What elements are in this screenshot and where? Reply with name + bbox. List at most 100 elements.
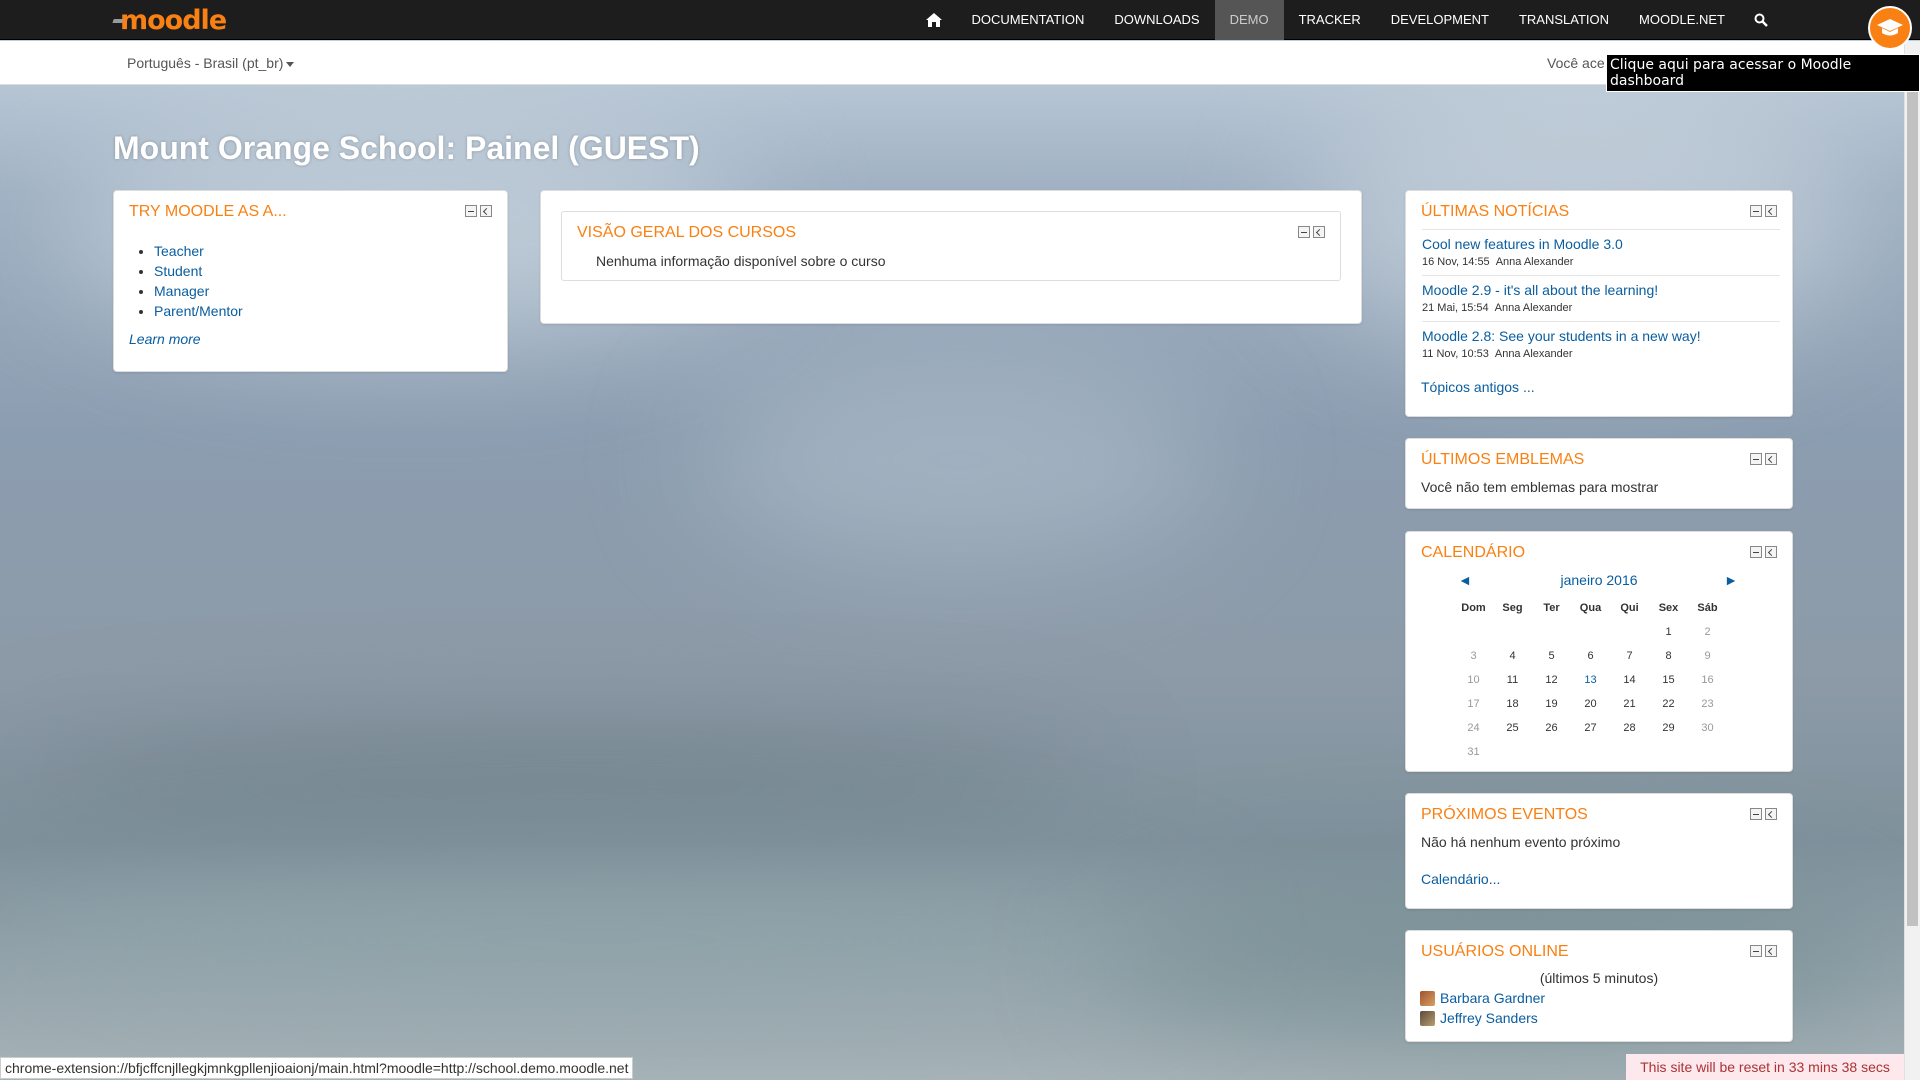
role-manager-link[interactable]: Manager <box>154 283 209 299</box>
online-user[interactable]: Jeffrey Sanders <box>1420 1010 1538 1026</box>
scrollbar-thumb[interactable] <box>1907 88 1918 926</box>
dock-icon[interactable] <box>1765 453 1777 465</box>
graduation-cap-icon <box>1877 19 1903 36</box>
calendar-day[interactable]: 24 <box>1454 722 1493 734</box>
calendar-day[interactable]: 20 <box>1571 698 1610 710</box>
minimize-icon[interactable] <box>1750 808 1762 820</box>
block-title: TRY MOODLE AS A... <box>129 203 287 220</box>
next-month-icon[interactable]: ► <box>1724 572 1738 588</box>
nav-moodle-net[interactable]: MOODLE.NET <box>1624 0 1740 40</box>
calendar-day[interactable]: 18 <box>1493 698 1532 710</box>
nav-tracker[interactable]: TRACKER <box>1284 0 1376 40</box>
calendar-day[interactable]: 7 <box>1610 650 1649 662</box>
minimize-icon[interactable] <box>1298 226 1310 238</box>
minimize-icon[interactable] <box>1750 205 1762 217</box>
user-link[interactable]: Barbara Gardner <box>1440 990 1545 1006</box>
block-controls <box>1750 205 1777 217</box>
dock-icon[interactable] <box>1765 546 1777 558</box>
search-icon[interactable] <box>1740 0 1782 40</box>
calendar-day[interactable]: 1 <box>1649 626 1688 638</box>
block-calendar: CALENDÁRIO ◄ janeiro 2016 ► Dom Seg Ter Qua… <box>1405 531 1793 772</box>
calendar-day[interactable]: 6 <box>1571 650 1610 662</box>
nav-translation[interactable]: TRANSLATION <box>1504 0 1624 40</box>
dock-icon[interactable] <box>1765 808 1777 820</box>
calendar-day[interactable]: 14 <box>1610 674 1649 686</box>
calendar-day[interactable]: 19 <box>1532 698 1571 710</box>
calendar-link[interactable]: Calendário... <box>1421 871 1500 887</box>
calendar-day[interactable]: 26 <box>1532 722 1571 734</box>
dock-icon[interactable] <box>1765 205 1777 217</box>
block-title: PRÓXIMOS EVENTOS <box>1421 806 1588 823</box>
block-controls <box>1750 808 1777 820</box>
no-badges-text: Você não tem emblemas para mostrar <box>1421 479 1659 495</box>
block-title: USUÁRIOS ONLINE <box>1421 943 1569 960</box>
block-course-overview: VISÃO GERAL DOS CURSOS Nenhuma informaçã… <box>540 190 1362 324</box>
minimize-icon[interactable] <box>1750 453 1762 465</box>
news-date: 11 Nov, 10:53 <box>1422 348 1489 360</box>
calendar-day[interactable]: 13 <box>1571 674 1610 686</box>
block-try-moodle: TRY MOODLE AS A... Teacher Student Manag… <box>113 190 508 372</box>
news-date: 21 Mai, 15:54 <box>1422 302 1489 314</box>
minimize-icon[interactable] <box>1750 945 1762 957</box>
calendar-day[interactable]: 10 <box>1454 674 1493 686</box>
news-date: 16 Nov, 14:55 <box>1422 256 1490 268</box>
calendar-week-row: 12 <box>1454 620 1766 644</box>
avatar <box>1420 990 1435 1006</box>
dock-icon[interactable] <box>1313 226 1325 238</box>
block-title: ÚLTIMOS EMBLEMAS <box>1421 451 1585 468</box>
calendar-day[interactable]: 31 <box>1454 746 1493 758</box>
calendar-day[interactable]: 5 <box>1532 650 1571 662</box>
minimize-icon[interactable] <box>465 205 477 217</box>
calendar-week-row: 17 18 19 20 21 22 23 <box>1454 692 1766 716</box>
list-item: Student <box>154 261 243 281</box>
calendar-day[interactable]: 21 <box>1610 698 1649 710</box>
learn-more-link[interactable]: Learn more <box>129 331 201 347</box>
calendar-day[interactable]: 9 <box>1688 650 1727 662</box>
nav-development[interactable]: DEVELOPMENT <box>1376 0 1504 40</box>
nav-documentation[interactable]: DOCUMENTATION <box>956 0 1099 40</box>
role-parent-link[interactable]: Parent/Mentor <box>154 303 243 319</box>
calendar-header: ◄ janeiro 2016 ► <box>1406 572 1792 592</box>
dashboard-button[interactable] <box>1868 6 1912 50</box>
nav-demo[interactable]: DEMO <box>1214 0 1284 40</box>
news-title-link[interactable]: Cool new features in Moodle 3.0 <box>1422 236 1623 252</box>
calendar-weekday: Seg <box>1502 602 1523 614</box>
calendar-day[interactable]: 12 <box>1532 674 1571 686</box>
news-title-link[interactable]: Moodle 2.9 - it's all about the learning… <box>1422 282 1658 298</box>
home-icon[interactable] <box>912 0 956 40</box>
block-title: CALENDÁRIO <box>1421 544 1526 561</box>
calendar-weekday: Sex <box>1658 602 1679 614</box>
language-selector[interactable]: Português - Brasil (pt_br) <box>127 55 295 71</box>
calendar-day[interactable]: 22 <box>1649 698 1688 710</box>
news-title-link[interactable]: Moodle 2.8: See your students in a new w… <box>1422 328 1701 344</box>
calendar-week-row: 10 11 12 13 14 15 16 <box>1454 668 1766 692</box>
dock-icon[interactable] <box>480 205 492 217</box>
calendar-day[interactable]: 27 <box>1571 722 1610 734</box>
dock-icon[interactable] <box>1765 945 1777 957</box>
calendar-day[interactable]: 4 <box>1493 650 1532 662</box>
calendar-day[interactable]: 28 <box>1610 722 1649 734</box>
online-user[interactable]: Barbara Gardner <box>1420 990 1545 1006</box>
calendar-day[interactable]: 8 <box>1649 650 1688 662</box>
nav-downloads[interactable]: DOWNLOADS <box>1099 0 1214 40</box>
block-news: ÚLTIMAS NOTÍCIAS Cool new features in Mo… <box>1405 190 1793 417</box>
role-student-link[interactable]: Student <box>154 263 202 279</box>
calendar-day[interactable]: 3 <box>1454 650 1493 662</box>
calendar-day[interactable]: 30 <box>1688 722 1727 734</box>
older-topics-link[interactable]: Tópicos antigos ... <box>1421 379 1535 395</box>
calendar-day[interactable]: 17 <box>1454 698 1493 710</box>
moodle-logo[interactable]: moodle <box>110 5 227 36</box>
role-teacher-link[interactable]: Teacher <box>154 243 204 259</box>
calendar-day[interactable]: 11 <box>1493 674 1532 686</box>
calendar-day[interactable]: 16 <box>1688 674 1727 686</box>
calendar-day[interactable]: 23 <box>1688 698 1727 710</box>
role-list: Teacher Student Manager Parent/Mentor <box>154 241 243 321</box>
calendar-day[interactable]: 2 <box>1688 626 1727 638</box>
minimize-icon[interactable] <box>1750 546 1762 558</box>
calendar-day[interactable]: 15 <box>1649 674 1688 686</box>
calendar-grid: Dom Seg Ter Qua Qui Sex Sáb 1 2 3 4 5 6 7 8 9 10 11 12 13 14… <box>1454 596 1766 764</box>
calendar-day[interactable]: 25 <box>1493 722 1532 734</box>
calendar-day[interactable]: 29 <box>1649 722 1688 734</box>
calendar-week-row: 31 <box>1454 740 1766 764</box>
user-link[interactable]: Jeffrey Sanders <box>1440 1010 1538 1026</box>
